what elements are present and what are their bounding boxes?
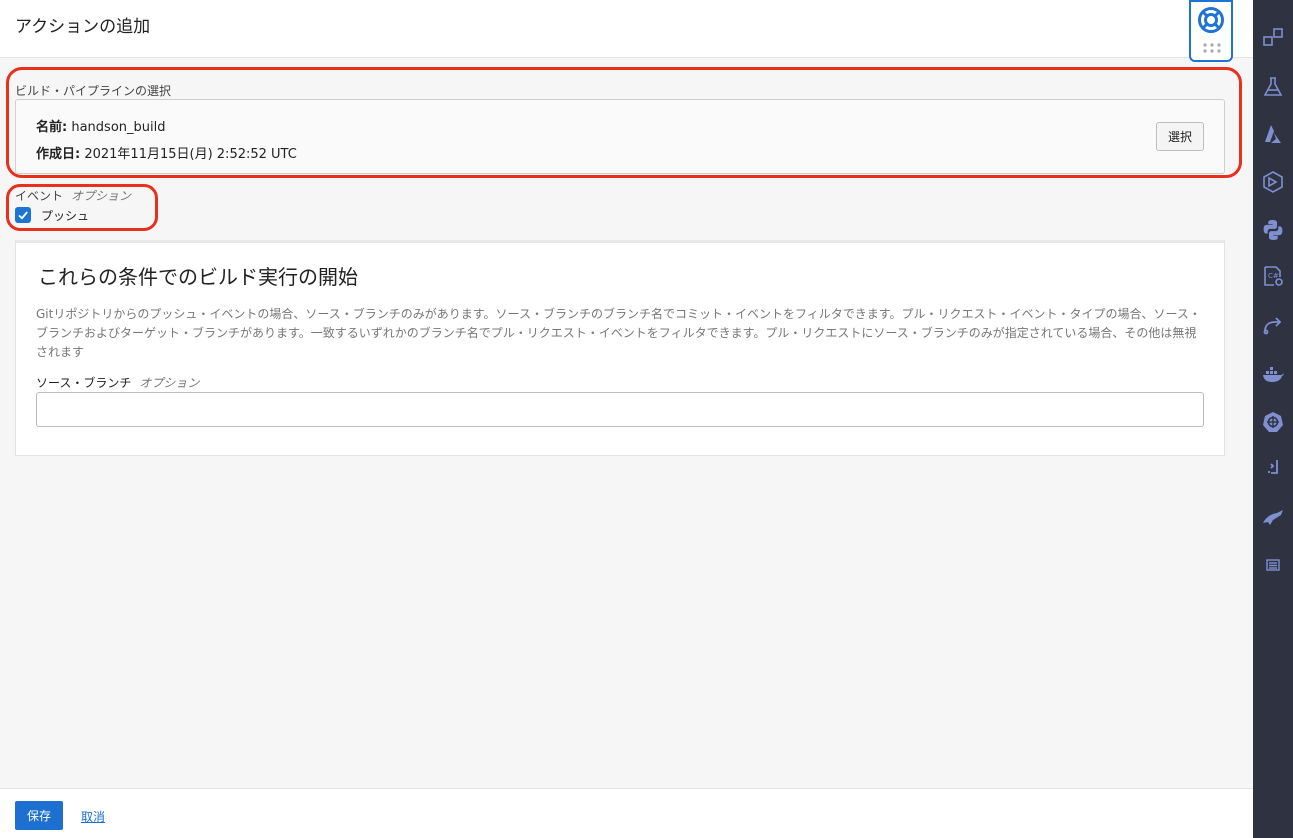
jet-icon[interactable] <box>1261 505 1285 529</box>
flask-icon[interactable] <box>1261 75 1285 99</box>
source-branch-input[interactable] <box>36 392 1204 427</box>
trigger-title: これらの条件でのビルド実行の開始 <box>38 265 358 289</box>
pipeline-name-label: 名前: <box>36 120 68 135</box>
drag-handle-icon[interactable] <box>1202 42 1222 54</box>
checkmark-icon <box>18 211 28 220</box>
pipeline-created-value: 2021年11月15日(月) 2:52:52 UTC <box>84 147 297 162</box>
source-branch-label: ソース・ブランチ <box>36 376 132 390</box>
terminal-icon[interactable] <box>1261 456 1285 480</box>
main-panel: アクションの追加 ビルド・パイプラインの選択 名前: handson_build… <box>0 0 1253 838</box>
trigger-description: Gitリポジトリからのプッシュ・イベントの場合、ソース・ブランチのみがあります。… <box>36 307 1201 359</box>
cancel-link[interactable]: 取消 <box>81 808 105 825</box>
event-label-row: イベント オプション <box>15 187 131 204</box>
settings-doc-icon[interactable]: C# <box>1261 264 1285 288</box>
list-icon[interactable] <box>1261 553 1285 577</box>
page-header: アクションの追加 <box>0 0 1253 62</box>
event-optional-label: オプション <box>71 189 132 203</box>
pipeline-name-value: handson_build <box>71 120 166 135</box>
lifebuoy-icon <box>1198 7 1224 33</box>
pipeline-card: 名前: handson_build 作成日: 2021年11月15日(月) 2:… <box>15 99 1225 174</box>
apps-icon[interactable] <box>1261 26 1285 50</box>
cube-icon[interactable] <box>1261 170 1285 194</box>
pipeline-created-label: 作成日: <box>36 147 81 162</box>
source-branch-optional-label: オプション <box>139 376 200 390</box>
trigger-conditions-card: これらの条件でのビルド実行の開始 Gitリポジトリからのプッシュ・イベントの場合… <box>15 240 1225 456</box>
pipeline-created-row: 作成日: 2021年11月15日(月) 2:52:52 UTC <box>36 143 297 162</box>
save-button[interactable]: 保存 <box>15 801 63 830</box>
right-tool-rail: C# <box>1253 0 1293 838</box>
select-pipeline-button[interactable]: 選択 <box>1156 122 1204 151</box>
page-title: アクションの追加 <box>15 17 151 37</box>
pipeline-name-row: 名前: handson_build <box>36 116 165 135</box>
push-checkbox-label[interactable]: プッシュ <box>41 207 89 224</box>
azure-icon[interactable] <box>1261 122 1285 146</box>
footer-bar: 保存 取消 <box>0 788 1253 838</box>
helm-icon[interactable] <box>1261 410 1285 434</box>
event-label: イベント <box>15 189 64 203</box>
push-checkbox[interactable] <box>15 207 31 223</box>
help-widget[interactable] <box>1189 0 1233 62</box>
share-icon[interactable] <box>1261 313 1285 337</box>
docker-icon[interactable] <box>1261 362 1285 386</box>
python-icon[interactable] <box>1261 218 1285 242</box>
pipeline-section-label: ビルド・パイプラインの選択 <box>15 84 172 98</box>
svg-text:C#: C# <box>1268 272 1279 280</box>
source-branch-label-row: ソース・ブランチ オプション <box>36 374 199 391</box>
